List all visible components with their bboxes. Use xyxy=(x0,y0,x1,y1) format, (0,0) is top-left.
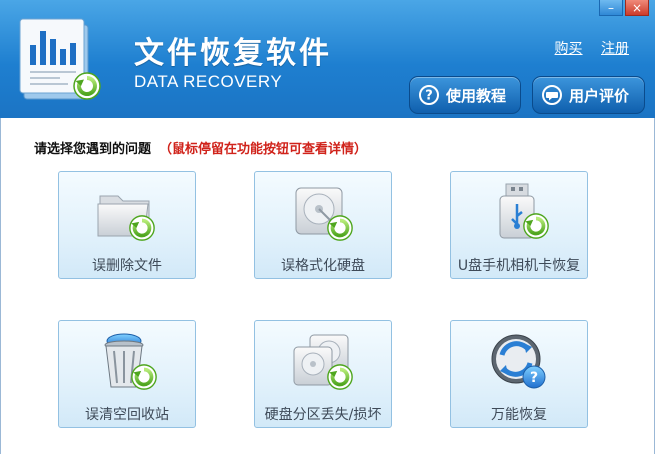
card-universal-recovery-label: 万能恢复 xyxy=(491,407,547,423)
partition-recover-icon xyxy=(293,334,354,391)
folder-recover-icon xyxy=(97,195,156,242)
usb-drive-recover-icon xyxy=(499,183,550,240)
top-links: 购买 注册 xyxy=(541,38,629,58)
hover-hint: （鼠标停留在功能按钮可查看详情） xyxy=(159,142,368,157)
card-formatted-disk-label: 误格式化硬盘 xyxy=(281,258,365,274)
register-link[interactable]: 注册 xyxy=(601,41,629,57)
harddisk-recover-icon xyxy=(295,187,354,242)
card-partition-lost-label: 硬盘分区丢失/损坏 xyxy=(264,407,382,423)
card-recycle-bin[interactable]: 误清空回收站 xyxy=(58,320,196,428)
question-text: 请选择您遇到的问题 xyxy=(34,142,152,157)
tutorial-button-label: 使用教程 xyxy=(446,86,507,105)
window-controls: – × xyxy=(599,0,649,16)
universal-recover-icon: ? xyxy=(491,334,546,389)
card-partition-lost[interactable]: 硬盘分区丢失/损坏 xyxy=(254,320,392,428)
user-review-button[interactable]: 用户评价 xyxy=(532,76,645,114)
card-deleted-files-label: 误删除文件 xyxy=(92,258,162,274)
buy-link[interactable]: 购买 xyxy=(555,41,583,57)
card-universal-recovery[interactable]: ? 万能恢复 xyxy=(450,320,588,428)
svg-text:?: ? xyxy=(530,370,538,386)
app-subtitle: DATA RECOVERY xyxy=(134,72,283,91)
card-recycle-bin-label: 误清空回收站 xyxy=(85,407,169,423)
svg-text:?: ? xyxy=(425,89,433,104)
close-button[interactable]: × xyxy=(625,0,649,16)
question-mark-icon: ? xyxy=(419,85,439,105)
app-logo-icon xyxy=(19,18,102,101)
app-header: 文件恢复软件 DATA RECOVERY 购买 注册 – × ? 使用教程 用户… xyxy=(0,0,655,118)
question-prompt: 请选择您遇到的问题 （鼠标停留在功能按钮可查看详情） xyxy=(34,138,367,157)
speech-bubble-icon xyxy=(542,85,562,105)
card-usb-card-recovery-label: U盘手机相机卡恢复 xyxy=(457,258,581,274)
card-deleted-files[interactable]: 误删除文件 xyxy=(58,171,196,279)
user-review-button-label: 用户评价 xyxy=(569,86,630,105)
tutorial-button[interactable]: ? 使用教程 xyxy=(409,76,521,114)
recycle-bin-recover-icon xyxy=(104,333,158,391)
minimize-button[interactable]: – xyxy=(599,0,623,16)
app-title: 文件恢复软件 xyxy=(134,36,332,71)
card-usb-card-recovery[interactable]: U盘手机相机卡恢复 xyxy=(450,171,588,279)
main-panel: 请选择您遇到的问题 （鼠标停留在功能按钮可查看详情） 误删除文件 误格式化硬盘 xyxy=(0,118,655,454)
card-formatted-disk[interactable]: 误格式化硬盘 xyxy=(254,171,392,279)
